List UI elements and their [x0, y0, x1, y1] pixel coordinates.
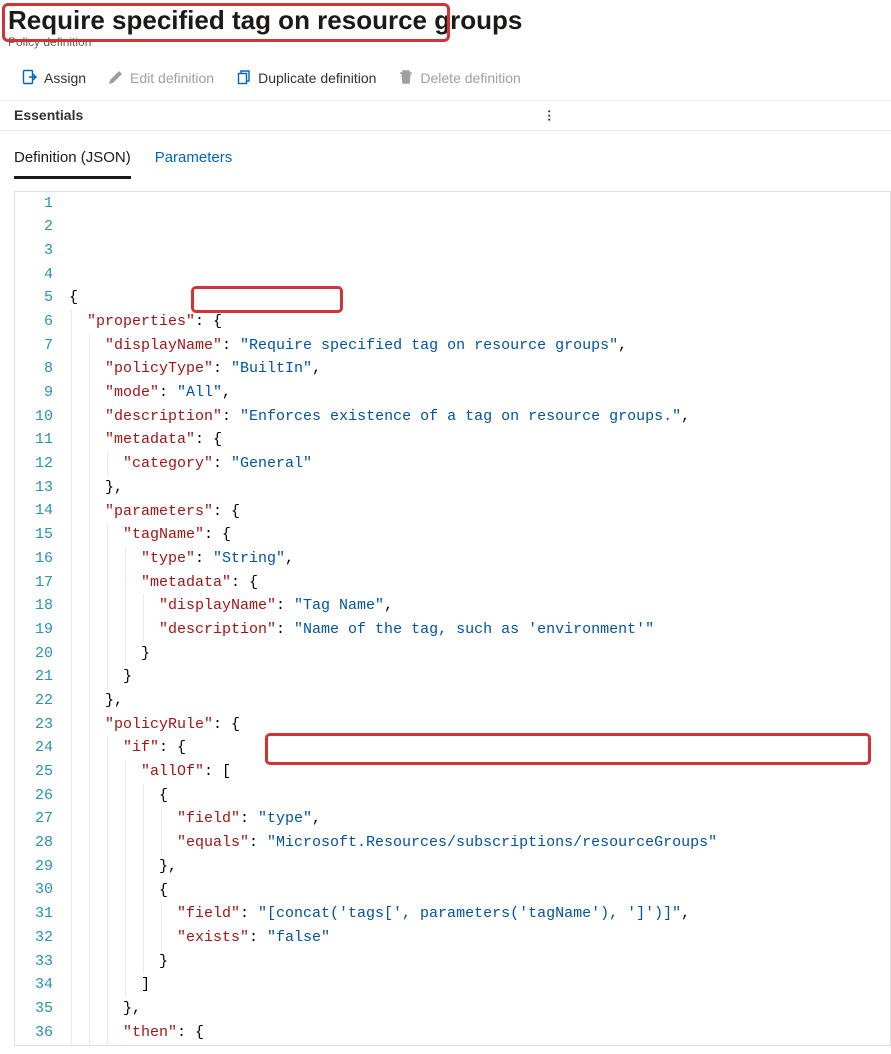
- code-line: "category": "General": [69, 452, 890, 476]
- code-line: {: [69, 784, 890, 808]
- code-line: }: [69, 665, 890, 689]
- code-line: "policyType": "BuiltIn",: [69, 357, 890, 381]
- code-line: },: [69, 997, 890, 1021]
- code-line: "properties": {: [69, 310, 890, 334]
- duplicate-icon: [236, 69, 252, 88]
- code-line: "if": {: [69, 736, 890, 760]
- code-line: {: [69, 879, 890, 903]
- assign-button[interactable]: Assign: [12, 65, 96, 92]
- code-line: },: [69, 476, 890, 500]
- edit-label: Edit definition: [130, 70, 214, 86]
- page-title: Require specified tag on resource groups: [8, 4, 883, 37]
- code-line: "allOf": [: [69, 760, 890, 784]
- duplicate-label: Duplicate definition: [258, 70, 376, 86]
- duplicate-definition-button[interactable]: Duplicate definition: [226, 65, 386, 92]
- code-line: ]: [69, 973, 890, 997]
- tab-parameters[interactable]: Parameters: [155, 141, 233, 179]
- code-line: "policyRule": {: [69, 713, 890, 737]
- essentials-section[interactable]: Essentials ︙: [0, 101, 891, 131]
- code-line: "field": "[concat('tags[', parameters('t…: [69, 902, 890, 926]
- code-line: "displayName": "Tag Name",: [69, 594, 890, 618]
- code-area[interactable]: {"properties": {"displayName": "Require …: [63, 192, 890, 1045]
- code-line: }: [69, 642, 890, 666]
- page-subtitle: Policy definition: [8, 35, 883, 49]
- code-line: },: [69, 855, 890, 879]
- essentials-label: Essentials: [14, 107, 83, 123]
- code-line: }: [69, 950, 890, 974]
- code-line: "parameters": {: [69, 500, 890, 524]
- trash-icon: [398, 69, 414, 88]
- json-editor[interactable]: 1234567891011121314151617181920212223242…: [14, 191, 891, 1046]
- json-editor-container: 1234567891011121314151617181920212223242…: [0, 179, 891, 1046]
- chevron-double-down-icon: ︙: [543, 107, 555, 124]
- toolbar: Assign Edit definition Duplicate definit…: [0, 57, 891, 101]
- pencil-icon: [108, 69, 124, 88]
- code-line: "displayName": "Require specified tag on…: [69, 334, 890, 358]
- edit-definition-button: Edit definition: [98, 65, 224, 92]
- assign-label: Assign: [44, 70, 86, 86]
- code-line: {: [69, 286, 890, 310]
- code-line: "mode": "All",: [69, 381, 890, 405]
- code-line: "equals": "Microsoft.Resources/subscript…: [69, 831, 890, 855]
- code-line: "then": {: [69, 1021, 890, 1045]
- code-line: "description": "Enforces existence of a …: [69, 405, 890, 429]
- code-line: "description": "Name of the tag, such as…: [69, 618, 890, 642]
- code-line: "type": "String",: [69, 547, 890, 571]
- assign-icon: [22, 69, 38, 88]
- code-line: "metadata": {: [69, 428, 890, 452]
- tabs: Definition (JSON) Parameters: [0, 141, 891, 179]
- code-line: "effect": "deny": [69, 1044, 890, 1045]
- tab-definition-json[interactable]: Definition (JSON): [14, 141, 131, 179]
- delete-definition-button: Delete definition: [388, 65, 530, 92]
- code-line: },: [69, 689, 890, 713]
- code-line: "field": "type",: [69, 807, 890, 831]
- delete-label: Delete definition: [420, 70, 520, 86]
- line-number-gutter: 1234567891011121314151617181920212223242…: [15, 192, 63, 1045]
- code-line: "metadata": {: [69, 571, 890, 595]
- code-line: "tagName": {: [69, 523, 890, 547]
- code-line: "exists": "false": [69, 926, 890, 950]
- page-header: Require specified tag on resource groups…: [0, 0, 891, 51]
